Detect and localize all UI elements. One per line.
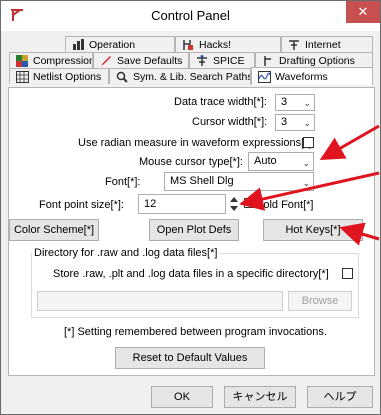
chevron-down-icon: ⌄ <box>303 118 311 128</box>
netlist-icon <box>15 70 29 83</box>
cursor-width-select[interactable]: 3 ⌄ <box>275 114 315 131</box>
pencil-icon <box>99 55 113 67</box>
tab-label: SPICE <box>213 54 245 67</box>
control-panel-window: Control Panel ✕ Operation Hacks! Interne… <box>0 0 381 415</box>
radian-label: Use radian measure in waveform expressio… <box>78 137 312 149</box>
drafting-icon <box>261 55 275 67</box>
tab-hacks[interactable]: Hacks! <box>175 36 281 52</box>
window-title: Control Panel <box>151 8 230 23</box>
operation-icon <box>71 39 85 51</box>
cursor-width-label: Cursor width[*]: <box>192 116 268 128</box>
font-size-spinner[interactable] <box>228 195 240 213</box>
tab-label: Internet <box>305 38 341 51</box>
font-point-size-label: Font point size[*]: <box>39 199 124 211</box>
tab-netlist-options[interactable]: Netlist Options <box>9 68 109 84</box>
tab-label: Drafting Options <box>279 54 355 67</box>
reset-defaults-button[interactable]: Reset to Default Values <box>115 347 265 369</box>
search-icon <box>115 71 129 83</box>
cancel-button[interactable]: キャンセル <box>224 386 296 408</box>
open-plot-defs-button[interactable]: Open Plot Defs <box>149 219 239 241</box>
data-directory-group-title: Directory for .raw and .log data files[*… <box>32 247 220 259</box>
mouse-cursor-type-select[interactable]: Auto ⌄ <box>248 152 314 171</box>
font-label: Font[*]: <box>105 176 141 188</box>
title-bar: Control Panel ✕ <box>1 1 380 31</box>
directory-path-input[interactable] <box>37 291 283 311</box>
tab-spice[interactable]: SPICE <box>189 52 255 68</box>
tab-compression[interactable]: Compression <box>9 52 93 68</box>
radian-checkbox[interactable] <box>303 137 314 148</box>
compression-icon <box>15 54 29 67</box>
tab-label: Hacks! <box>199 38 232 51</box>
select-value: 3 <box>281 116 288 128</box>
tab-label: Netlist Options <box>33 70 102 83</box>
select-value: Auto <box>254 155 277 167</box>
close-button[interactable]: ✕ <box>346 1 380 23</box>
tab-label: Save Defaults <box>117 54 183 67</box>
ok-button[interactable]: OK <box>151 386 213 408</box>
footnote: [*] Setting remembered between program i… <box>64 326 327 338</box>
tab-save-defaults[interactable]: Save Defaults <box>93 52 189 68</box>
data-trace-width-select[interactable]: 3 ⌄ <box>275 94 315 111</box>
color-scheme-button[interactable]: Color Scheme[*] <box>9 219 99 241</box>
waveforms-icon <box>257 70 271 83</box>
tab-sym-lib-search-paths[interactable]: Sym. & Lib. Search Paths <box>109 68 251 84</box>
font-select[interactable]: MS Shell Dlg ⌄ <box>164 172 314 191</box>
tab-label: Operation <box>89 38 136 51</box>
browse-button[interactable]: Browse <box>288 291 352 311</box>
store-directory-label: Store .raw, .plt and .log data files in … <box>53 268 329 280</box>
tab-label: Waveforms <box>275 70 328 83</box>
hot-keys-button[interactable]: Hot Keys[*] <box>263 219 363 241</box>
bold-font-checkbox[interactable] <box>244 198 254 208</box>
tab-internet[interactable]: Internet <box>281 36 373 52</box>
hacks-icon <box>181 39 195 51</box>
tab-label: Sym. & Lib. Search Paths <box>133 70 251 83</box>
tab-operation[interactable]: Operation <box>65 36 175 52</box>
store-directory-checkbox[interactable] <box>342 268 353 279</box>
bold-font-label: Bold Font[*] <box>256 199 314 211</box>
tab-label: Compression <box>33 54 93 67</box>
select-value: MS Shell Dlg <box>170 175 234 187</box>
select-value: 3 <box>281 96 288 108</box>
help-button[interactable]: ヘルプ <box>307 386 373 408</box>
chevron-down-icon: ⌄ <box>302 158 310 168</box>
tab-drafting-options[interactable]: Drafting Options <box>255 52 373 68</box>
chevron-down-icon: ⌄ <box>302 178 310 188</box>
tab-waveforms[interactable]: Waveforms <box>251 67 373 85</box>
font-point-size-input[interactable]: 12 <box>138 194 226 214</box>
chevron-down-icon: ⌄ <box>303 98 311 108</box>
mouse-cursor-type-label: Mouse cursor type[*]: <box>139 156 243 168</box>
internet-icon <box>287 39 301 51</box>
spice-icon <box>195 54 209 67</box>
data-trace-width-label: Data trace width[*]: <box>174 96 267 108</box>
